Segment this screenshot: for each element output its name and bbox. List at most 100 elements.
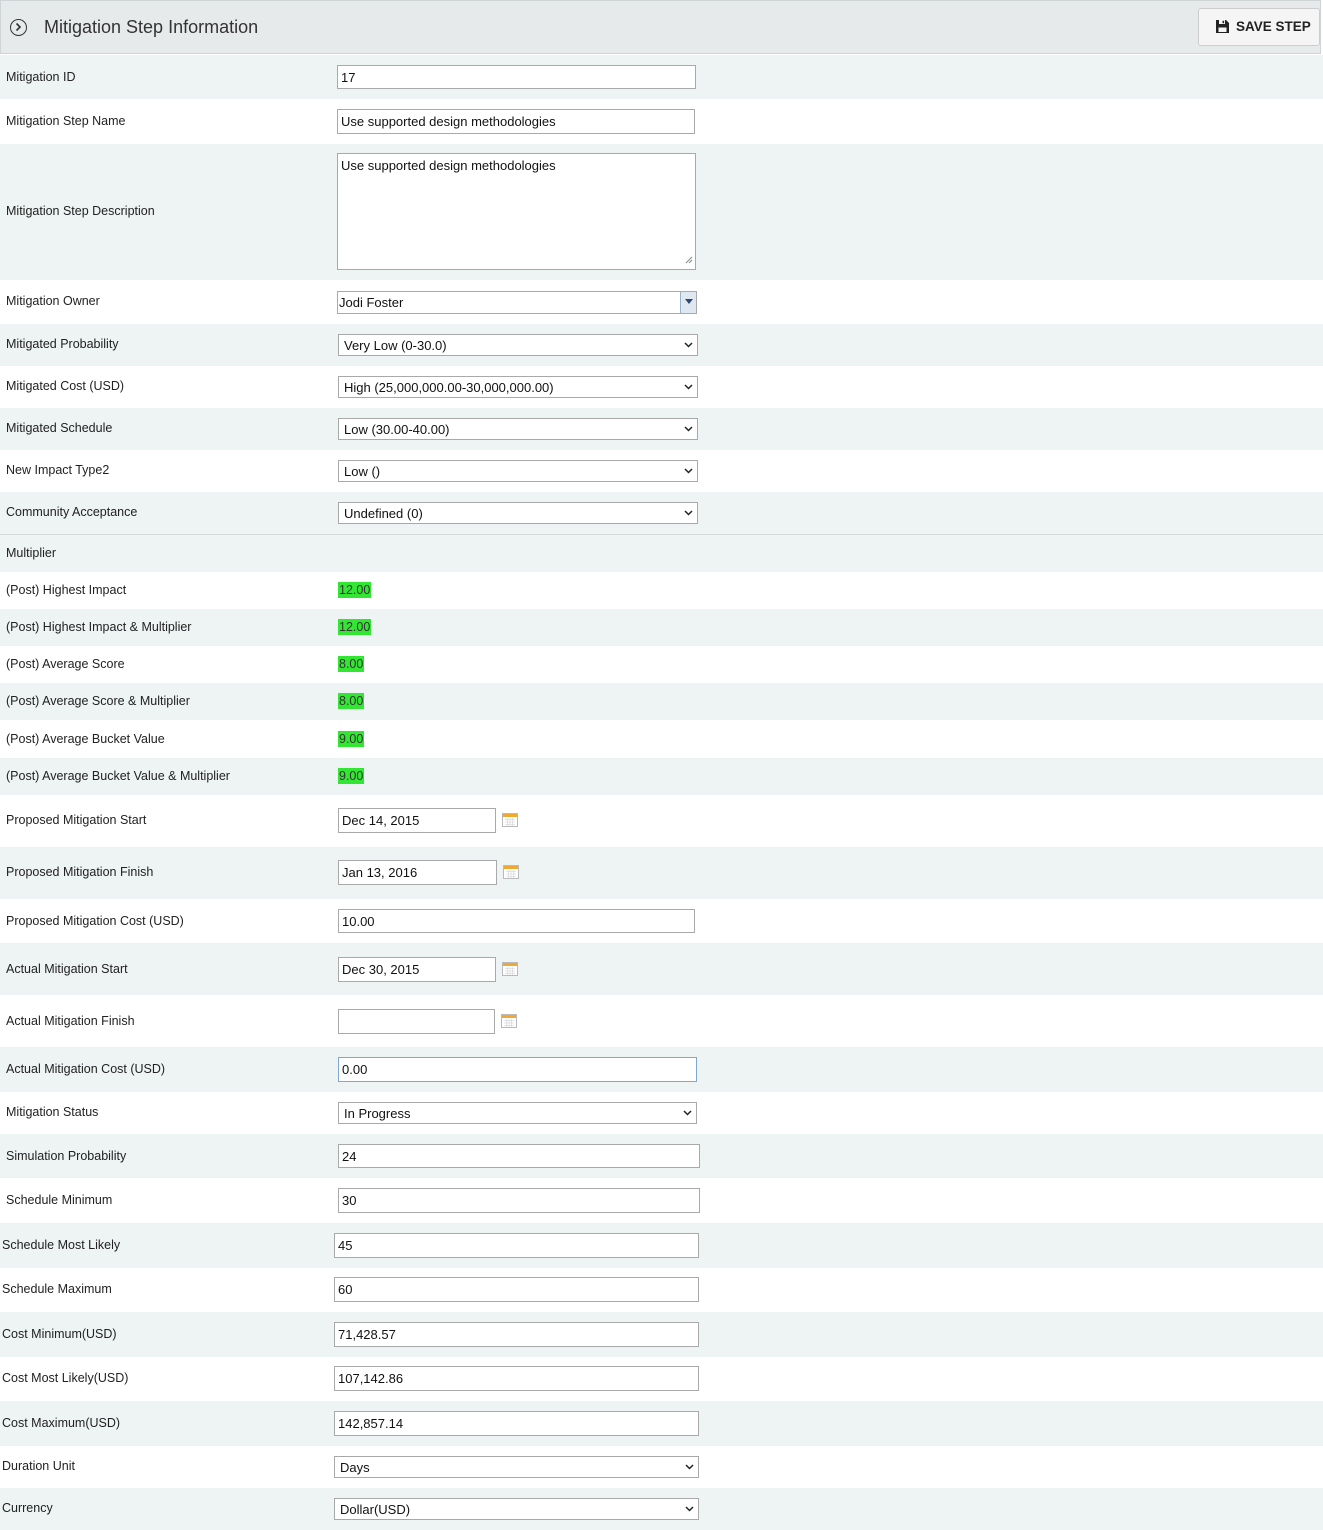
calendar-icon[interactable] <box>501 1014 517 1028</box>
chevron-down-icon <box>684 342 693 348</box>
cost-minimum-input[interactable]: 71,428.57 <box>334 1322 699 1347</box>
mitigated-schedule-label: Mitigated Schedule <box>6 421 113 435</box>
post-average-bucket-label: (Post) Average Bucket Value <box>6 732 165 746</box>
row-bg <box>0 683 1323 720</box>
schedule-maximum-label: Schedule Maximum <box>2 1282 112 1296</box>
post-highest-impact-mult-label: (Post) Highest Impact & Multiplier <box>6 620 192 634</box>
chevron-down-icon <box>684 468 693 474</box>
row-bg <box>0 609 1323 646</box>
schedule-maximum-input[interactable]: 60 <box>334 1277 699 1302</box>
proposed-start-input[interactable]: Dec 14, 2015 <box>338 808 496 833</box>
simulation-probability-label: Simulation Probability <box>6 1149 127 1163</box>
post-average-bucket-mult-label: (Post) Average Bucket Value & Multiplier <box>6 769 230 783</box>
actual-start-label: Actual Mitigation Start <box>6 962 128 976</box>
chevron-down-icon <box>685 1464 694 1470</box>
row-bg <box>0 720 1323 758</box>
community-acceptance-select[interactable]: Undefined (0) <box>338 502 698 524</box>
mitigated-probability-label: Mitigated Probability <box>6 337 119 351</box>
post-average-score-mult-label: (Post) Average Score & Multiplier <box>6 694 190 708</box>
collapse-toggle-icon[interactable] <box>10 19 27 36</box>
row-bg <box>0 572 1323 609</box>
mitigated-probability-select[interactable]: Very Low (0-30.0) <box>338 334 698 356</box>
step-description-textarea[interactable]: Use supported design methodologies <box>337 153 696 270</box>
actual-start-input[interactable]: Dec 30, 2015 <box>338 957 496 982</box>
row-bg <box>0 847 1323 899</box>
post-average-bucket-value: 9.00 <box>338 731 365 747</box>
cost-maximum-label: Cost Maximum(USD) <box>2 1416 121 1430</box>
calendar-icon[interactable] <box>502 962 518 976</box>
chevron-down-icon <box>684 510 693 516</box>
cost-most-likely-input[interactable]: 107,142.86 <box>334 1366 699 1391</box>
simulation-probability-input[interactable]: 24 <box>338 1144 700 1168</box>
mitigated-cost-value: High (25,000,000.00-30,000,000.00) <box>344 379 554 395</box>
new-impact-type2-value: Low () <box>344 463 381 479</box>
actual-finish-label: Actual Mitigation Finish <box>6 1014 135 1028</box>
status-select[interactable]: In Progress <box>338 1102 697 1124</box>
actual-finish-input[interactable] <box>338 1009 495 1034</box>
proposed-cost-input[interactable]: 10.00 <box>338 909 695 933</box>
status-value: In Progress <box>344 1105 411 1121</box>
owner-dropdown-button[interactable] <box>680 292 696 313</box>
actual-cost-label: Actual Mitigation Cost (USD) <box>6 1062 166 1076</box>
chevron-down-icon <box>683 1110 692 1116</box>
mitigated-schedule-value: Low (30.00-40.00) <box>344 421 450 437</box>
currency-select[interactable]: Dollar(USD) <box>334 1498 699 1520</box>
cost-minimum-label: Cost Minimum(USD) <box>2 1327 117 1341</box>
row-bg <box>0 943 1323 995</box>
mitigated-cost-label: Mitigated Cost (USD) <box>6 379 125 393</box>
chevron-down-icon <box>685 1506 694 1512</box>
chevron-down-icon <box>684 426 693 432</box>
page-title: Mitigation Step Information <box>44 17 259 37</box>
mitigation-id-input[interactable]: 17 <box>337 65 696 89</box>
new-impact-type2-label: New Impact Type2 <box>6 463 110 477</box>
mitigated-cost-select[interactable]: High (25,000,000.00-30,000,000.00) <box>338 376 698 398</box>
chevron-down-icon <box>684 384 693 390</box>
row-bg <box>0 535 1323 572</box>
owner-label: Mitigation Owner <box>6 294 100 308</box>
step-name-input[interactable]: Use supported design methodologies <box>337 109 695 134</box>
calendar-icon[interactable] <box>503 865 519 879</box>
proposed-finish-label: Proposed Mitigation Finish <box>6 865 154 879</box>
duration-unit-label: Duration Unit <box>2 1459 75 1473</box>
proposed-finish-input[interactable]: Jan 13, 2016 <box>338 860 497 885</box>
post-average-score-label: (Post) Average Score <box>6 657 125 671</box>
save-step-button[interactable]: SAVE STEP <box>1198 8 1320 46</box>
duration-unit-select[interactable]: Days <box>334 1456 699 1478</box>
post-average-score-value: 8.00 <box>338 656 365 672</box>
step-description-label: Mitigation Step Description <box>6 204 155 218</box>
post-highest-impact-label: (Post) Highest Impact <box>6 583 127 597</box>
schedule-most-likely-input[interactable]: 45 <box>334 1233 699 1258</box>
schedule-minimum-input[interactable]: 30 <box>338 1188 700 1213</box>
caret-down-icon <box>685 299 693 304</box>
post-highest-impact-mult-value: 12.00 <box>338 619 372 635</box>
post-average-score-mult-value: 8.00 <box>338 693 365 709</box>
schedule-most-likely-label: Schedule Most Likely <box>2 1238 121 1252</box>
multiplier-label: Multiplier <box>6 546 57 560</box>
duration-unit-value: Days <box>340 1459 370 1475</box>
mitigation-id-label: Mitigation ID <box>6 70 76 84</box>
row-bg <box>0 995 1323 1047</box>
currency-label: Currency <box>2 1501 53 1515</box>
community-acceptance-value: Undefined (0) <box>344 505 423 521</box>
owner-combobox[interactable]: Jodi Foster <box>337 291 697 314</box>
proposed-cost-label: Proposed Mitigation Cost (USD) <box>6 914 184 928</box>
resize-grip-icon[interactable] <box>685 252 693 267</box>
new-impact-type2-select[interactable]: Low () <box>338 460 698 482</box>
proposed-start-label: Proposed Mitigation Start <box>6 813 147 827</box>
row-bg <box>0 795 1323 847</box>
community-acceptance-label: Community Acceptance <box>6 505 138 519</box>
calendar-icon[interactable] <box>502 813 518 827</box>
status-label: Mitigation Status <box>6 1105 99 1119</box>
mitigated-probability-value: Very Low (0-30.0) <box>344 337 447 353</box>
row-bg <box>0 646 1323 683</box>
actual-cost-input[interactable]: 0.00 <box>338 1057 697 1082</box>
mitigated-schedule-select[interactable]: Low (30.00-40.00) <box>338 418 698 440</box>
currency-value: Dollar(USD) <box>340 1501 411 1517</box>
panel-header: Mitigation Step Information SAVE STEP <box>0 0 1321 54</box>
cost-maximum-input[interactable]: 142,857.14 <box>334 1411 699 1436</box>
save-step-label: SAVE STEP <box>1236 19 1311 34</box>
owner-value: Jodi Foster <box>339 295 404 310</box>
cost-most-likely-label: Cost Most Likely(USD) <box>2 1371 129 1385</box>
schedule-minimum-label: Schedule Minimum <box>6 1193 113 1207</box>
post-highest-impact-value: 12.00 <box>338 582 372 598</box>
